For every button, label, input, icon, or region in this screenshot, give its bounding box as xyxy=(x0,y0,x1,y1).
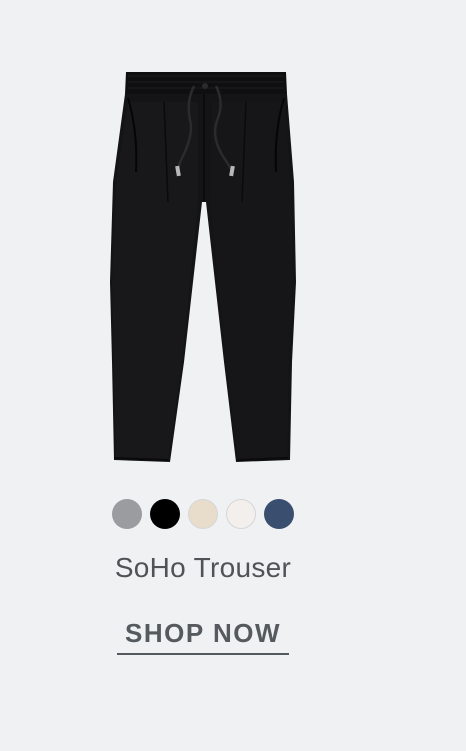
color-swatch-4[interactable] xyxy=(226,499,256,529)
color-swatch-5[interactable] xyxy=(264,499,294,529)
shop-now-link[interactable]: SHOP NOW xyxy=(117,618,289,655)
color-swatch-1[interactable] xyxy=(112,499,142,529)
product-card: SoHo Trouser SHOP NOW xyxy=(0,0,466,751)
product-name[interactable]: SoHo Trouser xyxy=(0,552,406,584)
color-swatch-2[interactable] xyxy=(150,499,180,529)
trouser-image[interactable] xyxy=(98,62,308,474)
color-swatch-3[interactable] xyxy=(188,499,218,529)
color-swatches xyxy=(0,499,406,529)
